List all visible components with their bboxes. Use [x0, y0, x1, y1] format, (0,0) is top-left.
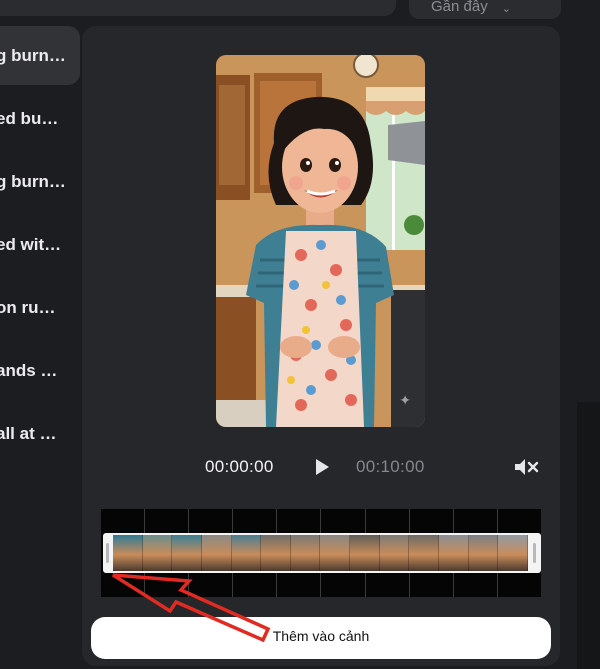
- top-bar: [0, 0, 396, 16]
- trim-handle-right[interactable]: [533, 543, 536, 563]
- play-button[interactable]: [312, 457, 332, 477]
- play-icon: [316, 459, 329, 475]
- timeline-frame: [498, 535, 528, 571]
- total-time: 00:10:00: [356, 457, 425, 476]
- timeline-thumbnails: [113, 535, 528, 571]
- sparkle-icon: ✦: [399, 392, 411, 408]
- timeline-frame: [409, 535, 440, 571]
- film-sprocket-row: [101, 509, 541, 533]
- timeline-frame: [142, 535, 173, 571]
- sidebar-item-label: ed wit…: [0, 234, 62, 254]
- timeline-frame: [172, 535, 202, 571]
- add-to-scene-button[interactable]: Thêm vào cảnh: [91, 617, 551, 659]
- volume-mute-icon: [515, 459, 539, 475]
- mute-button[interactable]: [513, 457, 539, 477]
- timeline-frame: [201, 535, 232, 571]
- timeline-frame: [261, 535, 291, 571]
- current-time: 00:00:00: [205, 457, 274, 476]
- timeline-frame: [350, 535, 380, 571]
- timeline-frame: [379, 535, 410, 571]
- video-preview[interactable]: ✦: [216, 55, 425, 427]
- timeline-frame: [439, 535, 469, 571]
- sidebar-item[interactable]: all at …: [0, 404, 80, 463]
- chevron-down-icon: ⌄: [501, 3, 511, 15]
- sidebar: g burn… ed bu… g burn… ed wit… on ru… an…: [0, 26, 80, 467]
- timeline-frame: [320, 535, 351, 571]
- sort-dropdown[interactable]: Gần đây ⌄: [409, 0, 561, 19]
- sidebar-item-label: ed bu…: [0, 108, 59, 128]
- timeline-frame: [290, 535, 321, 571]
- sort-dropdown-label: Gần đây: [431, 0, 488, 15]
- right-edge: [577, 402, 600, 669]
- timeline-frame: [231, 535, 262, 571]
- sidebar-item-label: ands …: [0, 360, 58, 380]
- sidebar-item-label: g burn…: [0, 45, 66, 65]
- sidebar-item-label: on ru…: [0, 297, 56, 317]
- sidebar-item[interactable]: ed wit…: [0, 215, 80, 274]
- trim-handle-left[interactable]: [106, 543, 109, 563]
- sidebar-item[interactable]: ed bu…: [0, 89, 80, 148]
- sidebar-item[interactable]: on ru…: [0, 278, 80, 337]
- timeline-frame: [468, 535, 499, 571]
- sidebar-item[interactable]: ands …: [0, 341, 80, 400]
- timeline-frame: [113, 535, 143, 571]
- sidebar-item[interactable]: g burn…: [0, 152, 80, 211]
- sidebar-item-label: g burn…: [0, 171, 66, 191]
- video-frame-illustration: [216, 55, 425, 427]
- sidebar-item[interactable]: g burn…: [0, 26, 80, 85]
- film-sprocket-row: [101, 573, 541, 597]
- sidebar-item-label: all at …: [0, 423, 57, 443]
